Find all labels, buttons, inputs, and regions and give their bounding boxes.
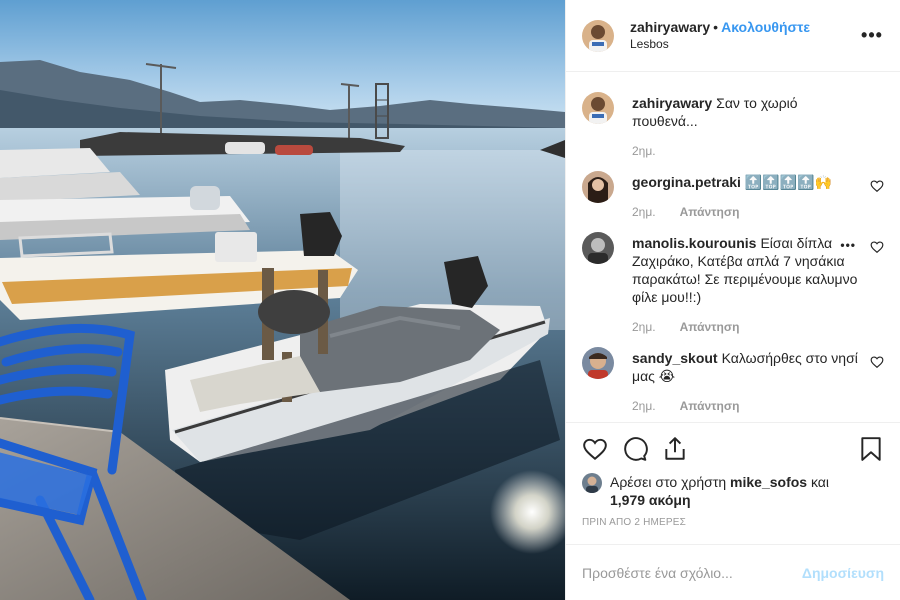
publish-button[interactable]: Δημοσίευση — [802, 565, 884, 581]
comment-avatar-image — [582, 171, 614, 203]
post-photo[interactable] — [0, 0, 565, 600]
liker-avatar[interactable] — [582, 473, 602, 493]
comment-input[interactable] — [582, 564, 802, 581]
comment-username[interactable]: georgina.petraki — [632, 174, 741, 190]
comment-username[interactable]: manolis.kourounis — [632, 235, 756, 251]
comment-username[interactable]: sandy_skout — [632, 350, 718, 366]
comment-meta: 2ημ. Απάντηση — [632, 399, 860, 413]
comment-item: manolis.kourounis Είσαι δίπλα Ζαχιράκο, Κ… — [582, 232, 884, 334]
comment-avatar-image — [582, 232, 614, 264]
comment-more-icon[interactable]: ••• — [834, 238, 856, 252]
comment-avatar-image — [582, 347, 614, 379]
follow-button[interactable]: Ακολουθήστε — [721, 19, 810, 35]
comment-avatar[interactable] — [582, 171, 614, 203]
share-icon-svg — [665, 437, 685, 460]
reply-button[interactable]: Απάντηση — [680, 320, 740, 334]
comment-body: zahiryawary Σαν το χωριό πουθενά... 2ημ. — [632, 94, 884, 158]
comment-item: sandy_skout Καλωσήρθες στο νησί μας 😭 2ημ… — [582, 347, 884, 413]
comment-avatar[interactable] — [582, 347, 614, 379]
comment-body: georgina.petraki 🔝🔝🔝🔝🙌 2ημ. Απάντηση — [632, 173, 884, 219]
caption-comment: zahiryawary Σαν το χωριό πουθενά... 2ημ. — [582, 92, 884, 158]
post-timestamp[interactable]: ΠΡΙΝ ΑΠΟ 2 ΗΜΕΡΕΣ — [582, 517, 884, 528]
like-heart-icon-svg — [583, 438, 607, 461]
author-avatar-image — [582, 19, 614, 52]
comment-text: georgina.petraki 🔝🔝🔝🔝🙌 — [632, 173, 860, 191]
likes-summary: Αρέσει στο χρήστη mike_sofos και 1,979 α… — [582, 473, 884, 509]
reply-button[interactable]: Απάντηση — [680, 399, 740, 413]
comment-time[interactable]: 2ημ. — [632, 144, 656, 158]
comments-list: zahiryawary Σαν το χωριό πουθενά... 2ημ. … — [566, 72, 900, 422]
comment-avatar-image — [582, 92, 614, 124]
comment-avatar[interactable] — [582, 232, 614, 264]
comment-time[interactable]: 2ημ. — [632, 320, 656, 334]
liker-username[interactable]: mike_sofos — [730, 474, 807, 490]
harbor-photo-illustration — [0, 0, 565, 600]
comment-text: manolis.kourounis Είσαι δίπλα Ζαχιράκο, Κ… — [632, 234, 860, 306]
reply-button[interactable]: Απάντηση — [680, 205, 740, 219]
comment-message: 🔝🔝🔝🔝🙌 — [744, 174, 833, 190]
post-header: zahiryawary • Ακολουθήστε Lesbos ••• — [566, 0, 900, 72]
comment-bubble-icon-svg — [624, 437, 648, 461]
header-separator: • — [713, 18, 719, 35]
post-side-panel: zahiryawary • Ακολουθήστε Lesbos ••• zah… — [565, 0, 900, 600]
post-location[interactable]: Lesbos — [630, 36, 860, 53]
liker-avatar-image — [582, 473, 602, 493]
likes-count[interactable]: 1,979 ακόμη — [610, 492, 691, 508]
comment-item: georgina.petraki 🔝🔝🔝🔝🙌 2ημ. Απάντηση — [582, 171, 884, 219]
comment-text: zahiryawary Σαν το χωριό πουθενά... — [632, 94, 860, 130]
action-buttons-row — [582, 433, 884, 465]
more-options-icon[interactable]: ••• — [860, 24, 884, 48]
likes-middle: και — [810, 474, 830, 490]
comment-username[interactable]: zahiryawary — [632, 95, 712, 111]
save-bookmark-icon-svg — [861, 437, 881, 461]
instagram-post: zahiryawary • Ακολουθήστε Lesbos ••• zah… — [0, 0, 900, 600]
like-heart-icon[interactable] — [582, 436, 608, 462]
likes-text: Αρέσει στο χρήστη mike_sofos και 1,979 α… — [610, 473, 829, 509]
comment-text: sandy_skout Καλωσήρθες στο νησί μας 😭 — [632, 349, 860, 385]
author-username[interactable]: zahiryawary — [630, 19, 710, 35]
like-comment-heart-icon[interactable] — [870, 179, 884, 193]
comment-bubble-icon[interactable] — [622, 436, 648, 462]
post-actions: Αρέσει στο χρήστη mike_sofos και 1,979 α… — [566, 422, 900, 528]
comment-meta: 2ημ. Απάντηση — [632, 205, 860, 219]
comment-time[interactable]: 2ημ. — [632, 399, 656, 413]
like-comment-heart-icon[interactable] — [870, 355, 884, 369]
like-comment-heart-icon[interactable] — [870, 240, 884, 254]
comment-meta: 2ημ. Απάντηση — [632, 320, 860, 334]
save-bookmark-icon[interactable] — [858, 436, 884, 462]
comment-time[interactable]: 2ημ. — [632, 205, 656, 219]
comment-meta: 2ημ. — [632, 144, 860, 158]
comment-body: sandy_skout Καλωσήρθες στο νησί μας 😭 2ημ… — [632, 349, 884, 413]
likes-prefix: Αρέσει στο χρήστη — [610, 474, 727, 490]
header-text: zahiryawary • Ακολουθήστε Lesbos — [630, 19, 860, 53]
add-comment-bar: Δημοσίευση — [566, 544, 900, 600]
comment-avatar[interactable] — [582, 92, 614, 124]
author-avatar[interactable] — [582, 19, 614, 52]
share-icon[interactable] — [662, 436, 688, 462]
